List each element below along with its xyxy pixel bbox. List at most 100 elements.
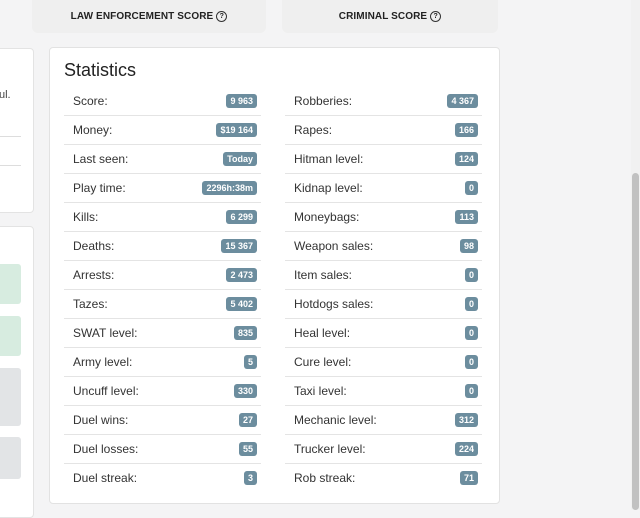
stat-label: Cure level: (294, 355, 352, 369)
stat-value-badge: 835 (233, 326, 257, 340)
stat-row: Play time: 2296h:38m (64, 174, 261, 203)
stat-label: Army level: (73, 355, 133, 369)
scrollbar-thumb[interactable] (632, 173, 639, 510)
stat-label: Weapon sales: (294, 239, 374, 253)
stat-value-badge: 5 (243, 355, 257, 369)
stat-row: Hitman level: 124 (285, 145, 482, 174)
stat-label: Last seen: (73, 152, 129, 166)
stat-label: Heal level: (294, 326, 351, 340)
stat-label: Kidnap level: (294, 181, 363, 195)
stat-row: Deaths: 15 367 (64, 232, 261, 261)
law-enforcement-score-label: LAW ENFORCEMENT SCORE (70, 11, 214, 22)
stat-value-badge: 15 367 (221, 239, 257, 253)
stat-value-badge: 2296h:38m (202, 181, 257, 195)
stat-row: Weapon sales: 98 (285, 232, 482, 261)
stat-row: Score: 9 963 (64, 87, 261, 116)
stat-row: Taxi level: 0 (285, 377, 482, 406)
statistics-right-column: Robberies: 4 367 Rapes: 166 Hitman level: 124… (285, 87, 482, 492)
stat-value-badge: 9 963 (226, 94, 257, 108)
stat-row: Kidnap level: 0 (285, 174, 482, 203)
stat-label: Score: (73, 94, 108, 108)
stat-row: Mechanic level: 312 (285, 406, 482, 435)
stat-row: Last seen: Today (64, 145, 261, 174)
stat-row: Rapes: 166 (285, 116, 482, 145)
stat-value-badge: 0 (464, 355, 478, 369)
stat-row: Hotdogs sales: 0 (285, 290, 482, 319)
stat-row: Rob streak: 71 (285, 464, 482, 492)
stat-value-badge: 0 (464, 297, 478, 311)
stat-row: Moneybags: 113 (285, 203, 482, 232)
stat-row: Tazes: 5 402 (64, 290, 261, 319)
stat-value-badge: 2 473 (226, 268, 257, 282)
criminal-score-label: CRIMINAL SCORE (338, 11, 428, 22)
stat-row: Kills: 6 299 (64, 203, 261, 232)
stat-value-badge: 0 (464, 268, 478, 282)
stat-value-badge: 0 (464, 326, 478, 340)
stat-label: SWAT level: (73, 326, 138, 340)
stat-label: Taxi level: (294, 384, 347, 398)
stat-value-badge: 124 (454, 152, 478, 166)
criminal-score-header: CRIMINAL SCORE ? (282, 0, 498, 33)
help-circle-icon[interactable]: ? (430, 11, 442, 22)
stat-row: Duel wins: 27 (64, 406, 261, 435)
stat-row: Robberies: 4 367 (285, 87, 482, 116)
stat-label: Item sales: (294, 268, 353, 282)
stat-label: Hotdogs sales: (294, 297, 374, 311)
stat-label: Uncuff level: (73, 384, 139, 398)
stat-row: Item sales: 0 (285, 261, 482, 290)
stat-label: Arrests: (73, 268, 115, 282)
stat-label: Kills: (73, 210, 99, 224)
divider (0, 165, 21, 166)
statistics-card: Statistics Score: 9 963 Money: $19 164 Last … (49, 47, 500, 504)
stat-label: Hitman level: (294, 152, 364, 166)
stat-value-badge: 55 (238, 442, 257, 456)
stat-label: Trucker level: (294, 442, 366, 456)
action-button-green[interactable] (0, 264, 21, 304)
stat-value-badge: 6 299 (226, 210, 257, 224)
stat-value-badge: 312 (454, 413, 478, 427)
stat-row: Arrests: 2 473 (64, 261, 261, 290)
action-button-grey[interactable] (0, 368, 21, 426)
stat-row: Cure level: 0 (285, 348, 482, 377)
stat-value-badge: 4 367 (447, 94, 478, 108)
stat-label: Deaths: (73, 239, 115, 253)
stat-value-badge: Today (223, 152, 257, 166)
statistics-left-column: Score: 9 963 Money: $19 164 Last seen: Today P… (64, 87, 261, 492)
stat-value-badge: 166 (454, 123, 478, 137)
stat-label: Play time: (73, 181, 126, 195)
stat-value-badge: 113 (455, 210, 478, 224)
stat-value-badge: 0 (464, 384, 478, 398)
law-enforcement-score-header: LAW ENFORCEMENT SCORE ? (32, 0, 266, 33)
left-actions-card (0, 226, 34, 518)
stat-label: Mechanic level: (294, 413, 377, 427)
stat-label: Duel wins: (73, 413, 129, 427)
stat-value-badge: 27 (238, 413, 257, 427)
divider (0, 136, 21, 137)
action-button-grey[interactable] (0, 437, 21, 479)
action-button-green[interactable] (0, 316, 21, 356)
stat-value-badge: $19 164 (216, 123, 257, 137)
stat-label: Money: (73, 123, 113, 137)
stat-value-badge: 0 (464, 181, 478, 195)
stat-label: Robberies: (294, 94, 353, 108)
left-info-text-fragment: ul. (0, 89, 11, 101)
stat-row: Army level: 5 (64, 348, 261, 377)
stat-value-badge: 330 (233, 384, 257, 398)
stat-row: Money: $19 164 (64, 116, 261, 145)
stat-row: Uncuff level: 330 (64, 377, 261, 406)
statistics-title: Statistics (64, 60, 137, 80)
stat-label: Tazes: (73, 297, 108, 311)
stat-value-badge: 5 402 (226, 297, 257, 311)
stat-row: Heal level: 0 (285, 319, 482, 348)
help-circle-icon[interactable]: ? (216, 11, 228, 22)
stat-value-badge: 98 (459, 239, 478, 253)
stat-label: Rapes: (294, 123, 333, 137)
stat-label: Moneybags: (294, 210, 360, 224)
stat-row: Duel losses: 55 (64, 435, 261, 464)
stat-row: Duel streak: 3 (64, 464, 261, 492)
stat-label: Duel losses: (73, 442, 139, 456)
stat-label: Duel streak: (73, 471, 138, 485)
stat-value-badge: 3 (243, 471, 257, 485)
left-info-card: ul. (0, 48, 34, 213)
stat-value-badge: 224 (454, 442, 478, 456)
